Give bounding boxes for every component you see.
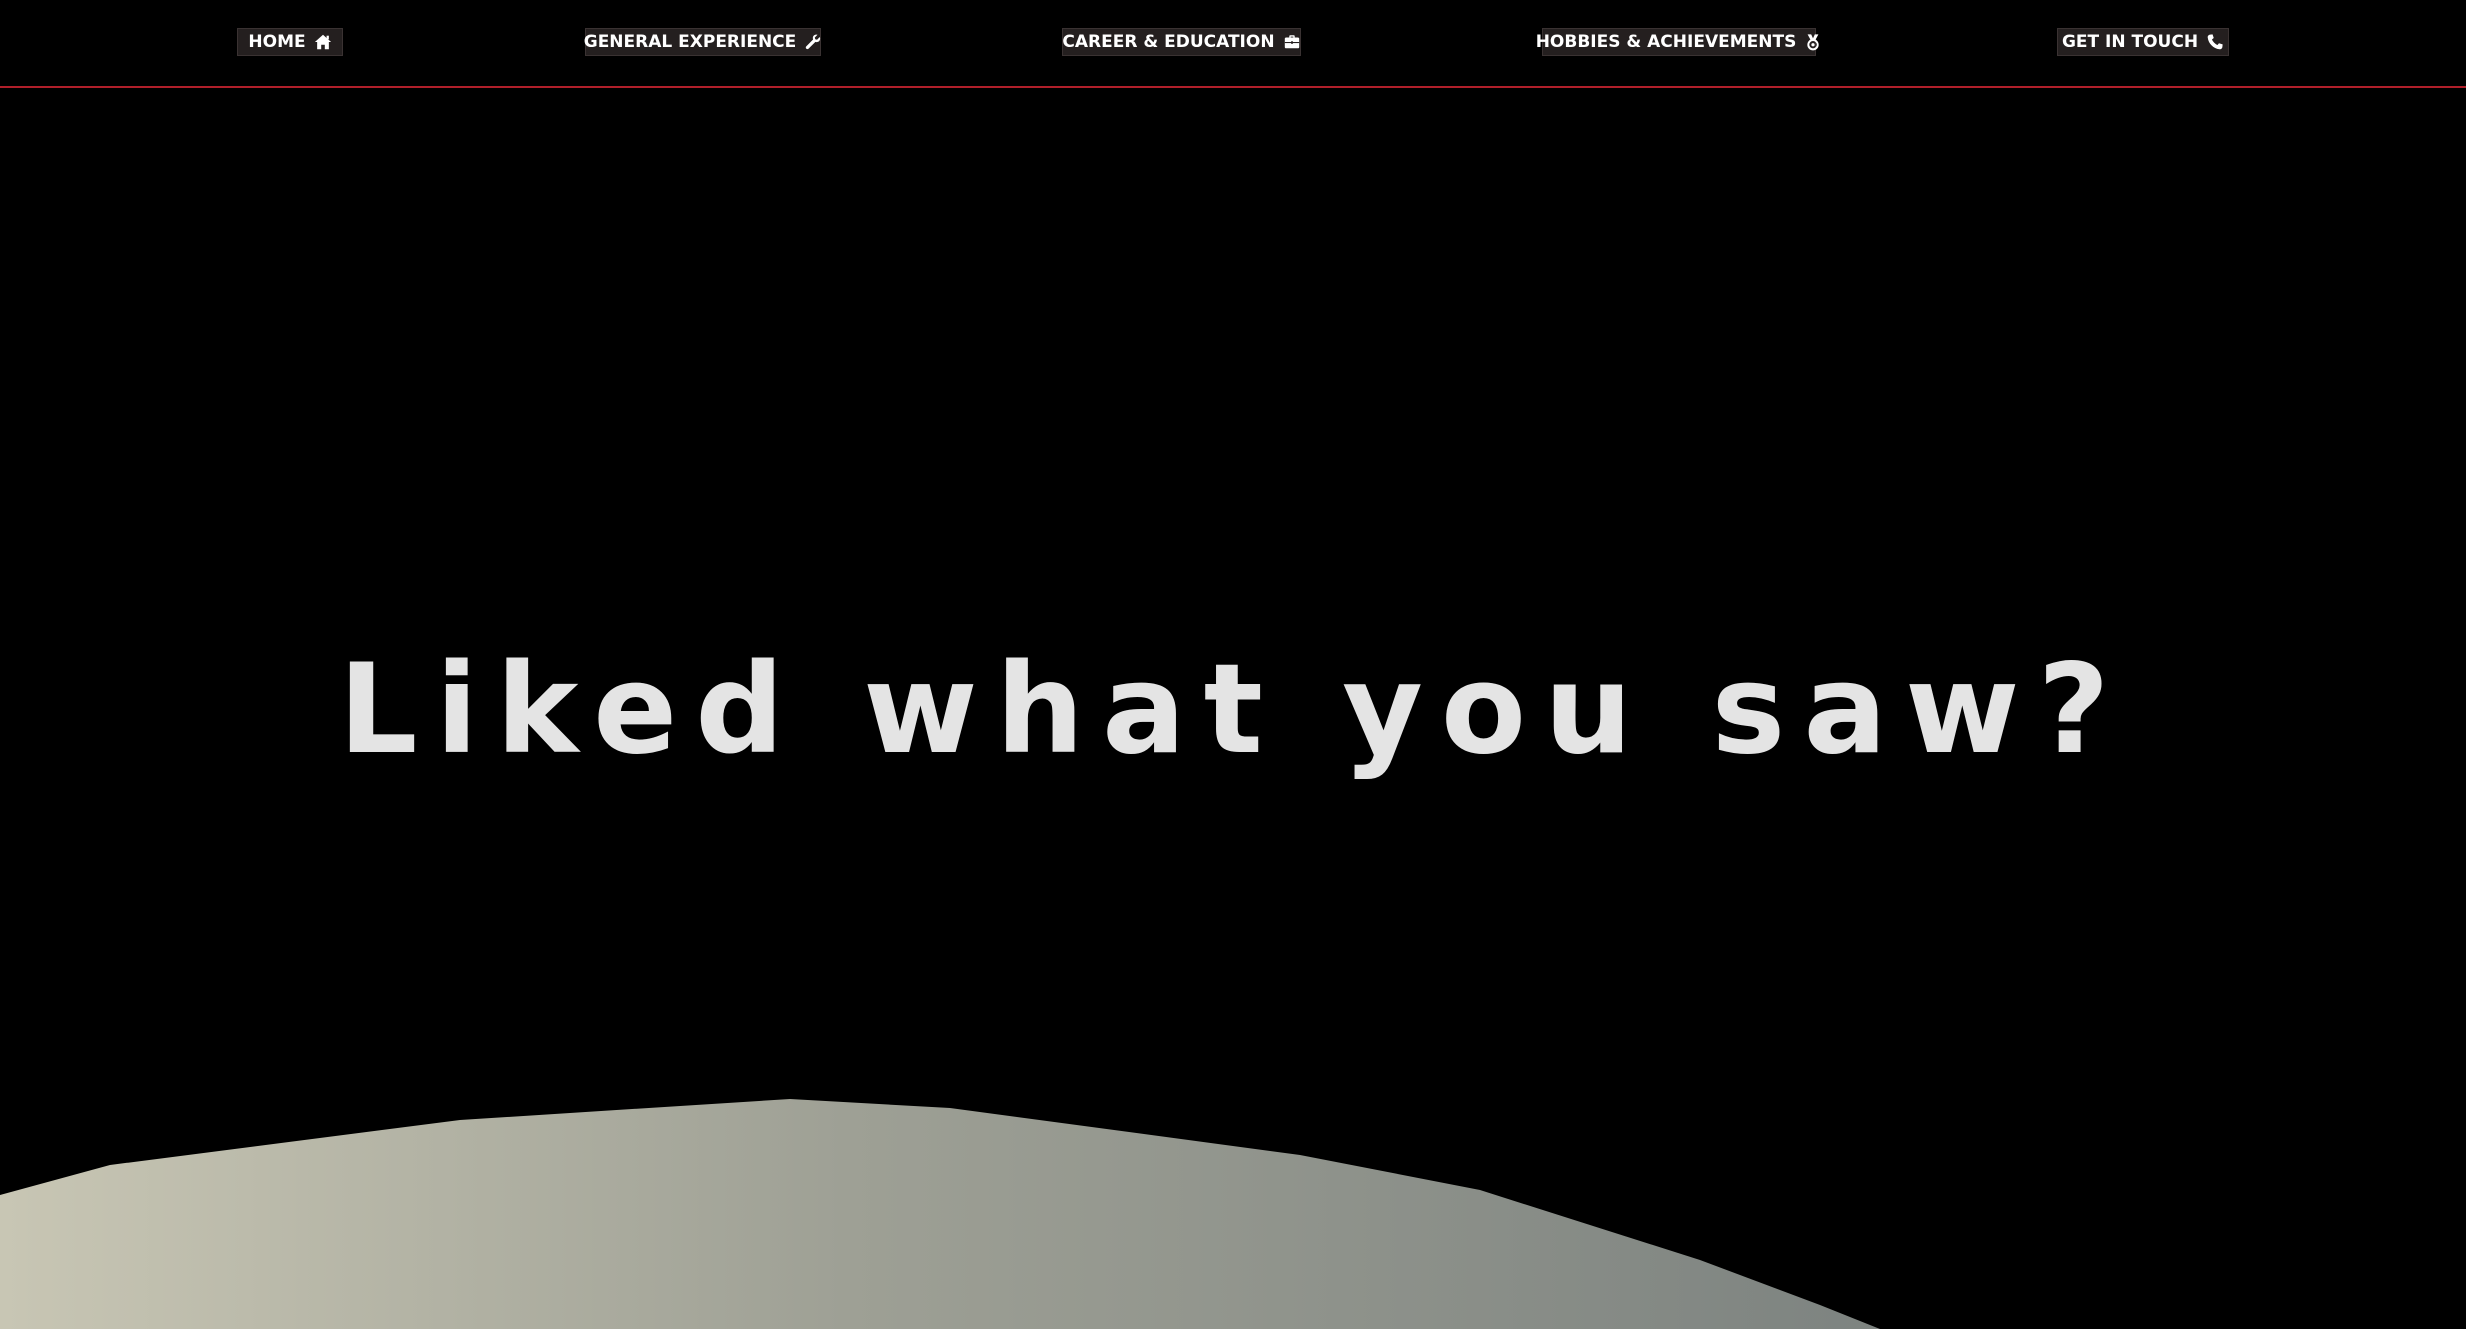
nav-home-button[interactable]: HOME bbox=[237, 28, 343, 56]
nav-general-experience-label: GENERAL EXPERIENCE bbox=[583, 32, 797, 52]
hero-heading: Liked what you saw? bbox=[338, 638, 2128, 782]
nav-get-in-touch-label: GET IN TOUCH bbox=[2061, 32, 2199, 52]
wrench-icon bbox=[804, 33, 822, 51]
nav-hobbies-achievements-button[interactable]: HOBBIES & ACHIEVEMENTS bbox=[1536, 28, 1819, 56]
nav-career-education-button[interactable]: CAREER & EDUCATION bbox=[1062, 28, 1301, 56]
top-navbar: HOME GENERAL EXPERIENCE CAREER & EDUCATI… bbox=[0, 0, 2466, 88]
nav-career-education-label: CAREER & EDUCATION bbox=[1062, 32, 1275, 52]
home-icon bbox=[314, 33, 332, 51]
nav-get-in-touch-button[interactable]: GET IN TOUCH bbox=[2057, 28, 2229, 56]
medal-icon bbox=[1804, 33, 1822, 51]
phone-icon bbox=[2206, 33, 2224, 51]
nav-general-experience-button[interactable]: GENERAL EXPERIENCE bbox=[583, 28, 822, 56]
briefcase-icon bbox=[1283, 33, 1301, 51]
nav-hobbies-achievements-label: HOBBIES & ACHIEVEMENTS bbox=[1535, 32, 1797, 52]
nav-home-label: HOME bbox=[248, 32, 306, 52]
